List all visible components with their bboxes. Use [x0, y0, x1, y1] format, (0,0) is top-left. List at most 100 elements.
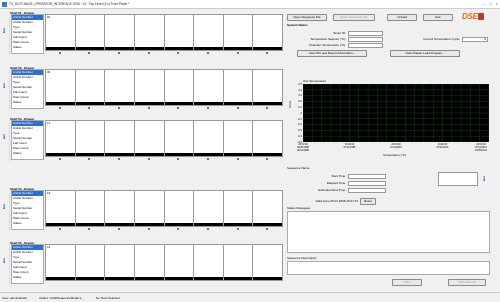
system-status-heading: System Status [287, 23, 308, 27]
shelf-label-list: Article Number Article Number Type Seria… [11, 69, 44, 109]
est-end-time-label: Estimated End Time: [318, 188, 346, 192]
chamber-temp-label: Chamber Temperature (°C): [309, 43, 346, 47]
sequence-info-icon[interactable]: i [483, 176, 485, 183]
slot-cell[interactable] [104, 14, 135, 51]
tester-id-label: Tester ID: [333, 31, 346, 35]
slot-cell[interactable] [133, 120, 165, 157]
slot-cell[interactable] [222, 120, 254, 157]
slot-cell[interactable] [193, 120, 224, 157]
start-time-label: Start Time: [331, 174, 346, 178]
slot-cell[interactable] [74, 190, 106, 227]
slot-cell[interactable] [163, 190, 195, 227]
slot-cell[interactable] [222, 14, 254, 51]
info-icon[interactable]: i [3, 259, 7, 265]
sequence-description-box[interactable] [287, 261, 490, 275]
slot-cell[interactable]: 01 [45, 14, 76, 51]
slot-cell[interactable] [222, 190, 254, 227]
status-tests: No Tests Selected [95, 295, 120, 300]
minimize-icon[interactable]: – [483, 1, 485, 6]
maximize-icon[interactable]: □ [489, 1, 491, 6]
reset-button[interactable]: Reset [360, 198, 376, 205]
info-icon[interactable]: i [3, 29, 7, 35]
chart-x-tick: 23:00:00 07/11/2013 [436, 143, 449, 149]
slot-cell[interactable] [193, 244, 224, 281]
chamber-temp-field [348, 43, 383, 48]
slot-cell[interactable] [133, 69, 165, 106]
slot-cell[interactable] [193, 190, 224, 227]
slot-cell[interactable] [252, 14, 283, 51]
close-icon[interactable]: × [496, 1, 498, 6]
slot-cell[interactable]: 06 [45, 69, 76, 106]
slot-cell[interactable] [133, 244, 165, 281]
label-status: Status [13, 275, 22, 279]
slot-cell[interactable] [252, 190, 283, 227]
info-icon[interactable]: i [3, 205, 7, 211]
slot-cell[interactable] [252, 120, 283, 157]
info-icon[interactable]: i [3, 84, 7, 90]
label-status: Status [13, 45, 22, 49]
sequence-description-heading: Sequence Description: [287, 256, 318, 260]
status-bar: User: administrator Model: 1USDSequenceM… [0, 292, 500, 302]
slot-cell[interactable] [74, 120, 106, 157]
slot-cell[interactable]: 11 [45, 120, 76, 157]
slot-cell[interactable] [163, 69, 195, 106]
start-button[interactable]: Start [392, 279, 422, 286]
chart-y-tick: 0 [300, 111, 302, 115]
slot-cell[interactable] [222, 244, 254, 281]
elapsed-time-field [348, 181, 386, 186]
logo-mark-icon [478, 13, 484, 20]
est-end-time-field [348, 188, 386, 193]
slot-cell[interactable] [74, 244, 106, 281]
slot-cell[interactable] [193, 69, 224, 106]
label-status: Status [13, 151, 22, 155]
slot-cell[interactable] [74, 14, 106, 51]
slot-cell[interactable] [163, 14, 195, 51]
slot-grid: 21 [45, 244, 283, 281]
slot-cell[interactable] [252, 69, 283, 106]
terminate-all-button[interactable]: Terminate All [448, 279, 486, 286]
open-sequence-button[interactable]: Open Sequence File [287, 14, 327, 21]
view-ipc-button[interactable]: View IPC and Report Information... [297, 50, 367, 57]
close-sequence-button[interactable]: Close Sequence File [333, 14, 375, 21]
slot-cell[interactable] [104, 244, 135, 281]
shelf-5: Shelf 05 - Drawer i Article Number Artic… [0, 241, 285, 286]
current-cycle-label: Current Temperature Cycle: [423, 37, 460, 41]
slot-number: 21 [47, 245, 51, 249]
chart-y-tick: -0.3 [297, 129, 302, 133]
slot-number: 01 [47, 15, 51, 19]
shelf-label-list: Article Number Article Number Type Seria… [11, 244, 44, 284]
status-messages-box[interactable] [287, 211, 490, 253]
chart-y-tick: -0.2 [297, 123, 302, 127]
valid-run-label: Valid since 05.01.2008 18:47:13 [315, 199, 358, 203]
slot-cell[interactable] [133, 190, 165, 227]
start-time-field [348, 174, 386, 179]
slot-cell[interactable] [163, 120, 195, 157]
unload-button[interactable]: Unload [387, 14, 417, 21]
info-icon[interactable]: i [3, 135, 7, 141]
slot-cell[interactable]: 21 [45, 244, 76, 281]
chart-y-tick: 0.5 [298, 82, 302, 86]
slot-cell[interactable] [74, 69, 106, 106]
dse-logo: DSE [462, 12, 478, 21]
shelf-1: Shelf 01 - Drawer i Article Number Artic… [0, 11, 285, 56]
slot-cell[interactable] [252, 244, 283, 281]
slot-cell[interactable] [104, 120, 135, 157]
slot-cell[interactable] [222, 69, 254, 106]
chart-plot-area [303, 84, 489, 142]
temp-setpoint-field [348, 37, 383, 42]
slot-number: 11 [47, 121, 51, 125]
temp-setpoint-label: Temperature Setpoint (°C): [310, 37, 346, 41]
exit-button[interactable]: Exit [423, 14, 453, 21]
slot-cell[interactable] [104, 190, 135, 227]
slot-grid: 06 [45, 69, 283, 106]
slot-cell[interactable] [133, 14, 165, 51]
chart-x-tick: 23:00:00 06/30/1988 06/11/1988 [297, 143, 309, 152]
slot-cell[interactable] [193, 14, 224, 51]
slot-cell[interactable] [163, 244, 195, 281]
view-drawer-button[interactable]: View Drawer Load Program... [390, 50, 460, 57]
app-icon [2, 1, 7, 7]
shelf-3: Shelf 03 - Drawer i Article Number Artic… [0, 117, 285, 162]
slot-cell[interactable]: 16 [45, 190, 76, 227]
shelf-label-list: Article Number Article Number Type Seria… [11, 14, 44, 54]
slot-cell[interactable] [104, 69, 135, 106]
